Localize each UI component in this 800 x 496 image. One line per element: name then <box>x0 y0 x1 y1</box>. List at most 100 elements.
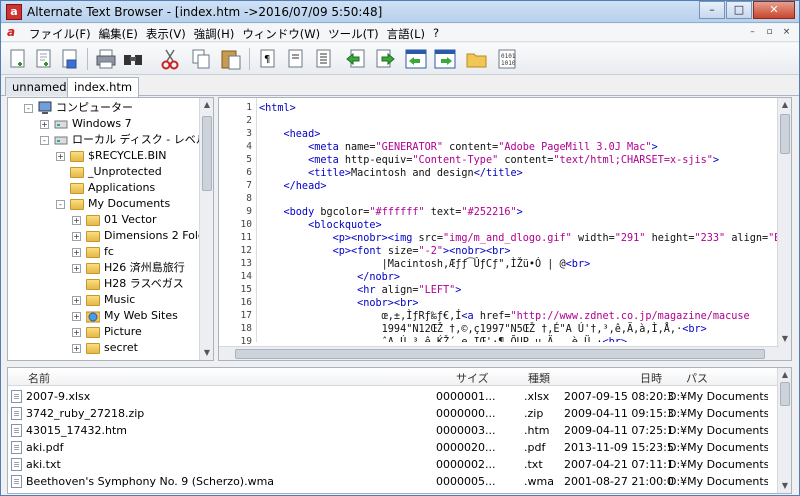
menu-language[interactable]: 言語(L) <box>385 26 431 42</box>
menu-view[interactable]: 表示(V) <box>144 26 192 42</box>
expand-icon[interactable]: + <box>72 248 81 257</box>
copy-icon[interactable] <box>189 47 213 71</box>
page-icon[interactable] <box>284 47 308 71</box>
code-token: "291" <box>614 233 646 244</box>
code-token: <p><nobr><img <box>259 233 419 244</box>
code-token: href= <box>479 311 511 322</box>
maximize-button[interactable]: □ <box>726 1 752 19</box>
file-row[interactable]: Beethoven's Symphony No. 9 (Scherzo).wma… <box>8 473 778 490</box>
file-row[interactable]: aki.pdf 0000020... .pdf 2013-11-09 15:23:52… <box>8 439 778 456</box>
collapse-icon[interactable]: - <box>56 200 65 209</box>
back-window-icon[interactable] <box>404 47 428 71</box>
paste-icon[interactable] <box>219 47 243 71</box>
mdi-restore-button[interactable]: ▫ <box>763 26 776 39</box>
tree-item-label: Windows 7 <box>72 117 132 130</box>
page-lines-icon[interactable] <box>312 47 336 71</box>
scroll-thumb[interactable] <box>780 382 790 406</box>
scroll-down-icon[interactable]: ▼ <box>778 332 791 346</box>
file-row[interactable]: 2007-9.xlsx 0000001... .xlsx 2007-09-15 08:… <box>8 388 778 405</box>
new-from-template-icon[interactable] <box>32 47 56 71</box>
menu-file[interactable]: ファイル(F) <box>27 26 97 42</box>
scroll-thumb[interactable] <box>780 114 790 154</box>
code-token: "-2" <box>418 246 444 257</box>
collapse-icon[interactable]: - <box>24 104 33 113</box>
scroll-thumb[interactable] <box>202 116 212 191</box>
expand-icon[interactable]: + <box>72 216 81 225</box>
binary-view-icon[interactable]: 0101 1010 <box>495 47 519 71</box>
save-icon[interactable] <box>58 47 82 71</box>
close-button[interactable]: ✕ <box>753 1 795 19</box>
column-type[interactable]: 種類 <box>528 370 550 386</box>
folder-icon <box>86 263 100 274</box>
print-icon[interactable] <box>94 47 118 71</box>
expand-icon[interactable]: + <box>40 120 49 129</box>
minimize-button[interactable]: – <box>699 1 725 19</box>
format-icon[interactable]: ¶ <box>256 47 280 71</box>
code-editor[interactable]: 1234567891011121314151617181920 <html> <… <box>218 97 792 361</box>
column-size[interactable]: サイズ <box>456 370 489 386</box>
scroll-down-icon[interactable]: ▼ <box>200 346 213 360</box>
code-token: size= <box>387 246 419 257</box>
line-number: 15 <box>240 284 252 295</box>
menu-highlight[interactable]: 強調(H) <box>192 26 241 42</box>
editor-vertical-scrollbar[interactable]: ▲ ▼ <box>777 98 791 360</box>
code-token: "233" <box>694 233 726 244</box>
code-text-area[interactable]: <html> <head> <meta name="GENERATOR" con… <box>259 98 779 342</box>
scroll-up-icon[interactable]: ▲ <box>200 98 213 112</box>
file-size-cell: 0000001... <box>436 390 496 403</box>
file-list-scrollbar[interactable]: ▲ ▼ <box>777 368 791 493</box>
column-path[interactable]: パス <box>686 370 708 386</box>
code-token: width= <box>571 233 615 244</box>
file-row[interactable]: 43015_17432.htm 0000003... .htm 2009-04-11 … <box>8 422 778 439</box>
menu-edit[interactable]: 編集(E) <box>97 26 144 42</box>
code-token: <blockquote> <box>259 220 382 231</box>
forward-window-icon[interactable] <box>433 47 457 71</box>
scroll-down-icon[interactable]: ▼ <box>778 479 791 493</box>
folder-icon <box>86 327 100 338</box>
mdi-close-button[interactable]: × <box>780 26 793 39</box>
back-icon[interactable] <box>344 47 368 71</box>
new-document-icon[interactable] <box>6 47 30 71</box>
scroll-thumb[interactable] <box>235 349 765 359</box>
code-token: height= <box>645 233 695 244</box>
tab-index-htm[interactable]: index.htm <box>67 77 140 97</box>
scroll-up-icon[interactable]: ▲ <box>778 368 791 382</box>
document-menu-icon[interactable]: a <box>7 25 19 40</box>
code-token: src= <box>418 233 444 244</box>
collapse-icon[interactable]: - <box>40 136 49 145</box>
code-token: content= <box>443 142 499 153</box>
editor-horizontal-scrollbar[interactable] <box>219 346 779 360</box>
cut-icon[interactable] <box>158 47 182 71</box>
column-date[interactable]: 日時 <box>640 370 662 386</box>
tree-scrollbar[interactable]: ▲ ▼ <box>199 98 213 360</box>
code-token: <nobr><br> <box>259 298 419 309</box>
find-icon[interactable] <box>121 47 145 71</box>
code-token: align= <box>725 233 769 244</box>
expand-icon[interactable]: + <box>72 312 81 321</box>
svg-text:1010: 1010 <box>501 60 516 67</box>
tree-item-label: fc <box>104 245 114 258</box>
code-line: 1994"N12ŒŽ †,©,ç1997"N5ŒŽ †,É"A Ú'†,³,ê,… <box>259 323 707 336</box>
file-row[interactable]: aki.txt 0000002... .txt 2007-04-21 07:11:10… <box>8 456 778 473</box>
menu-window[interactable]: ウィンドウ(W) <box>240 26 326 42</box>
expand-icon[interactable]: + <box>72 344 81 353</box>
line-number: 11 <box>240 232 252 243</box>
scroll-up-icon[interactable]: ▲ <box>778 98 791 112</box>
app-window: a Alternate Text Browser - [index.htm ->… <box>0 0 800 496</box>
menu-help[interactable]: ? <box>431 26 445 42</box>
expand-icon[interactable]: + <box>56 152 65 161</box>
forward-icon[interactable] <box>373 47 397 71</box>
column-name[interactable]: 名前 <box>28 370 50 386</box>
expand-icon[interactable]: + <box>72 328 81 337</box>
expand-icon[interactable]: + <box>72 232 81 241</box>
mdi-minimize-button[interactable]: – <box>746 26 759 39</box>
tree-item-label: My Documents <box>88 197 171 210</box>
file-row[interactable]: 3742_ruby_27218.zip 0000000... .zip 2009-04… <box>8 405 778 422</box>
expand-icon[interactable]: + <box>72 264 81 273</box>
expand-icon[interactable]: + <box>72 296 81 305</box>
title-bar[interactable]: a Alternate Text Browser - [index.htm ->… <box>1 1 799 23</box>
open-folder-icon[interactable] <box>465 47 489 71</box>
tab-unnamed[interactable]: unnamed <box>5 77 74 96</box>
file-date-cell: 2009-04-11 07:25:16 <box>564 424 674 437</box>
menu-tools[interactable]: ツール(T) <box>326 26 385 42</box>
